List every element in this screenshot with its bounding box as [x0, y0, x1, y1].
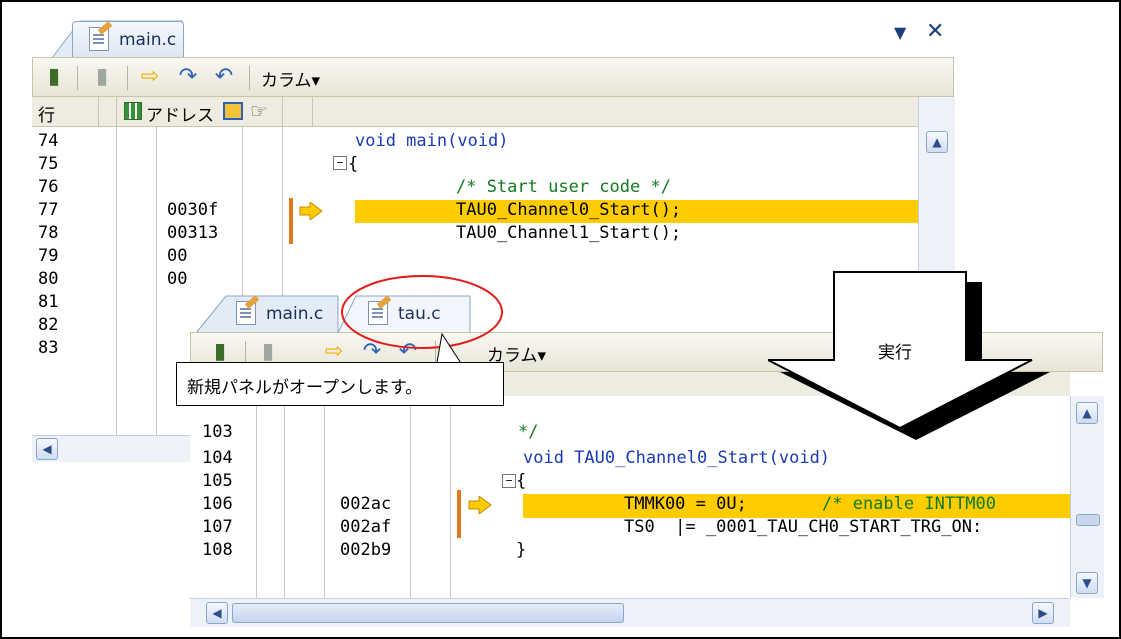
code-line[interactable]: 79 00: [32, 246, 918, 269]
scroll-right-icon[interactable]: ▶: [1032, 602, 1054, 624]
step-over-icon[interactable]: ↷: [175, 64, 201, 90]
code-line[interactable]: 105 − {: [190, 471, 1070, 494]
file-icon: [89, 27, 109, 51]
close-icon[interactable]: ✕: [926, 19, 944, 44]
scroll-left-icon[interactable]: ◀: [206, 602, 228, 624]
toolbar-separator: [249, 66, 250, 90]
column-divider: [312, 97, 313, 127]
vertical-scrollbar-2[interactable]: ▲ ▼: [1070, 396, 1104, 598]
toolbar: ▮ ▮ ⇨ ↷ ↶ カラム▾: [32, 57, 954, 97]
go-arrow-icon[interactable]: ⇨: [137, 64, 163, 90]
scroll-left-icon[interactable]: ◀: [36, 438, 58, 460]
scroll-down-icon[interactable]: ▼: [1076, 572, 1098, 594]
code-line[interactable]: 78 00313 TAU0_Channel1_Start();: [32, 223, 918, 246]
column-divider: [98, 97, 99, 127]
line-column-header: 行: [38, 106, 55, 126]
current-pc-arrow-icon: [468, 496, 492, 514]
code-line[interactable]: 74 void main(void): [32, 131, 918, 154]
column-divider: [282, 97, 283, 127]
toolbar-separator: [77, 66, 78, 90]
column-header: 行 アドレス ☞: [32, 97, 918, 127]
code-line[interactable]: 107 002af TS0 |= _0001_TAU_CH0_START_TRG…: [190, 517, 1070, 540]
callout-box: 新規パネルがオープンします。: [176, 362, 504, 406]
scroll-up-icon[interactable]: ▲: [926, 131, 948, 153]
column-menu-button[interactable]: カラム▾: [261, 66, 320, 91]
code-line-current[interactable]: 106 002ac TMMK00 = 0U; /* enable INTTM00: [190, 490, 1070, 538]
tab-main-c[interactable]: main.c: [72, 21, 184, 59]
execute-label: 実行: [878, 343, 912, 363]
pointer-hand-icon: ☞: [250, 99, 268, 123]
tab-bar: main.c ▼ ✕: [32, 15, 954, 59]
code-line[interactable]: 108 002b9 }: [190, 540, 1070, 563]
window-icon: [223, 102, 243, 120]
address-column-header: アドレス: [146, 106, 214, 126]
horizontal-scrollbar[interactable]: ◀: [32, 435, 196, 462]
toolbar-separator: [127, 66, 128, 90]
collapse-icon[interactable]: −: [333, 156, 347, 170]
current-pc-arrow-icon: [299, 202, 323, 220]
build-icon[interactable]: ▮: [41, 64, 67, 90]
collapse-icon[interactable]: −: [502, 474, 516, 488]
dropdown-arrow-icon[interactable]: ▼: [894, 23, 906, 42]
execute-arrow: [768, 271, 1050, 440]
scroll-thumb[interactable]: [232, 603, 624, 623]
return-icon[interactable]: ↶: [211, 64, 237, 90]
grid-icon: [124, 102, 142, 120]
scroll-thumb[interactable]: [1076, 514, 1100, 526]
file-icon: [236, 301, 256, 325]
code-line[interactable]: 75 − {: [32, 154, 918, 177]
tab-main-c-2[interactable]: main.c: [220, 296, 338, 334]
scroll-up-icon[interactable]: ▲: [1076, 402, 1098, 424]
column-divider: [116, 97, 117, 127]
code-line[interactable]: 104 void TAU0_Channel0_Start(void): [190, 448, 1070, 471]
horizontal-scrollbar-2[interactable]: ◀ ▶: [190, 598, 1070, 627]
code-line[interactable]: 76 /* Start user code */: [32, 177, 918, 200]
build-disabled-icon[interactable]: ▮: [89, 64, 115, 90]
code-line-current[interactable]: 77 0030f TAU0_Channel0_Start();: [32, 198, 918, 244]
